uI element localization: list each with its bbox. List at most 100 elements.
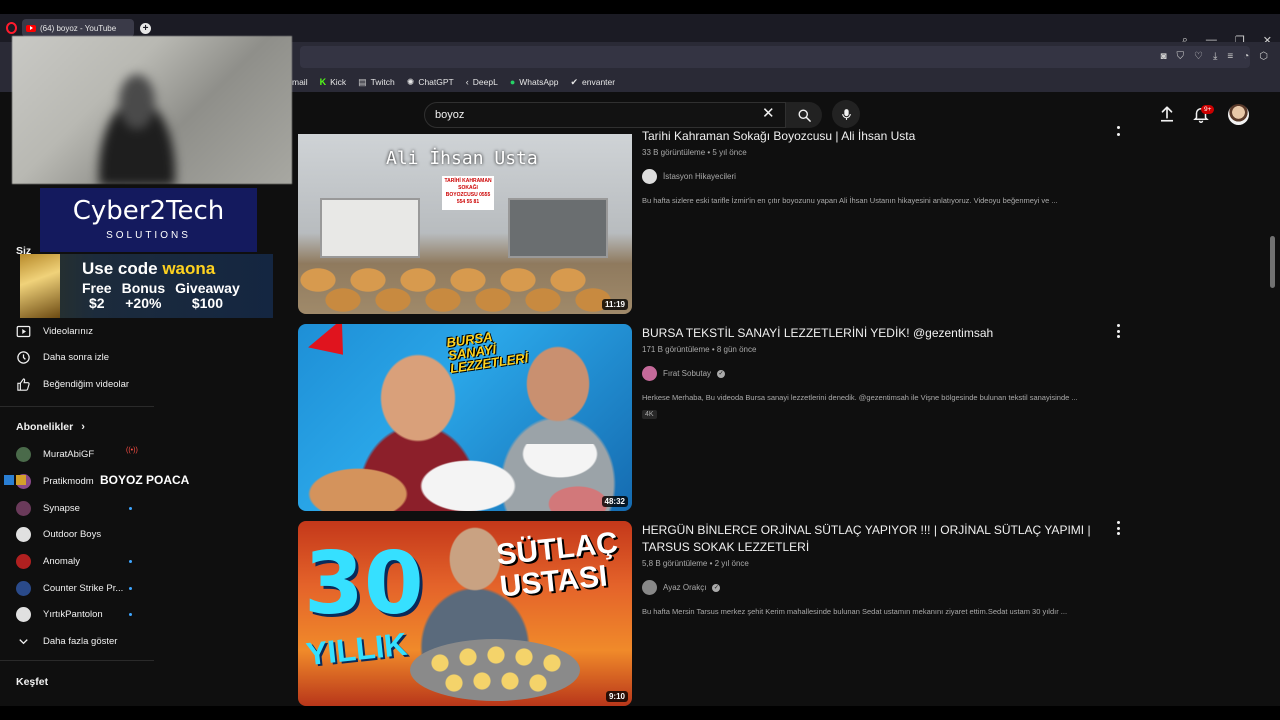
channel-avatar [16, 607, 31, 622]
twitch-icon: ▤ [358, 76, 367, 87]
video-info-1: Tarihi Kahraman Sokağı Boyozcusu | Ali İ… [642, 128, 1112, 205]
shop-sign: TARİHİ KAHRAMAN SOKAĞI BOYOZCUSU 0555 55… [442, 176, 494, 210]
whatsapp-icon: ● [509, 77, 516, 87]
video-menu-icon[interactable] [1116, 324, 1120, 338]
sidebar-item-liked-videos[interactable]: Beğendiğim videolar [16, 377, 129, 392]
heart-icon[interactable]: ♡ [1194, 51, 1203, 62]
account-avatar[interactable] [1228, 104, 1249, 125]
video-title[interactable]: BURSA TEKSTİL SANAYİ LEZZETLERİNİ YEDİK!… [642, 325, 1112, 342]
sidebar-channel-anomaly[interactable]: Anomaly [16, 554, 132, 569]
sidebar-channel-pratikmodm[interactable]: Pratikmodm [16, 474, 94, 489]
address-bar-icons: ◙ ⛉ ♡ ⤓ ≡ ◔ ⬡ [1160, 51, 1268, 62]
thumbnail-number: 30 [304, 534, 424, 634]
opera-logo-icon[interactable] [6, 22, 17, 34]
video-channel[interactable]: Fırat Sobutay ✓ [642, 366, 1112, 381]
bookmark-chatgpt[interactable]: ✺ ChatGPT [407, 77, 454, 88]
new-content-dot [129, 587, 132, 590]
new-content-dot [129, 613, 132, 616]
bookmark-twitch[interactable]: ▤ Twitch [358, 77, 395, 88]
verified-check-icon: ✓ [712, 583, 721, 592]
chatgpt-icon: ✺ [406, 76, 415, 87]
new-content-dot [129, 507, 132, 510]
video-thumbnail[interactable]: 30 YILLIK SÜTLAÇ USTASI 9:10 [298, 521, 632, 706]
sidebar-channel-outdoor-boys[interactable]: Outdoor Boys [16, 527, 101, 542]
camera-icon[interactable]: ◙ [1160, 51, 1166, 62]
upload-icon[interactable] [1158, 105, 1176, 123]
video-description: Bu hafta Mersin Tarsus merkez şehit Keri… [642, 607, 1068, 616]
search-icon [798, 109, 811, 122]
sidebar-show-more[interactable]: Daha fazla göster [16, 634, 117, 649]
sponsor-gold-graphic [20, 254, 60, 318]
youtube-favicon-icon [26, 24, 36, 32]
promo-offers: Free $2 Bonus +20% Giveaway $100 [82, 281, 240, 311]
bookmark-whatsapp[interactable]: ● WhatsApp [510, 77, 559, 87]
thumbnail-sutlac: SÜTLAÇ USTASI [494, 526, 620, 604]
menu-icon[interactable]: ≡ [1227, 51, 1233, 62]
video-thumbnail[interactable]: BURSA SANAYİ LEZZETLERİ 48:32 [298, 324, 632, 511]
channel-avatar[interactable] [642, 366, 657, 381]
badge-blue-icon [4, 475, 14, 485]
sidebar-item-watch-later[interactable]: Daha sonra izle [16, 350, 109, 365]
channel-avatar [16, 447, 31, 462]
sutlac-tray [410, 639, 580, 701]
bookmark-mail[interactable]: mail [292, 77, 308, 87]
bookmark-kick[interactable]: K Kick [320, 77, 347, 87]
promo-offer-bonus: Bonus +20% [121, 280, 166, 311]
shop-window-right [508, 198, 608, 258]
stream-title-text: BOYOZ POACA [100, 473, 190, 487]
video-info-2: BURSA TEKSTİL SANAYİ LEZZETLERİNİ YEDİK!… [642, 325, 1112, 421]
video-title[interactable]: Tarihi Kahraman Sokağı Boyozcusu | Ali İ… [642, 128, 1112, 145]
video-thumbnail[interactable]: Ali İhsan Usta TARİHİ KAHRAMAN SOKAĞI BO… [298, 134, 632, 314]
video-meta: 33 B görüntüleme • 5 yıl önce [642, 148, 747, 157]
tab-title: (64) boyoz - YouTube [40, 23, 117, 33]
new-tab-button[interactable]: + [140, 23, 151, 34]
address-field[interactable] [300, 46, 1250, 68]
sponsor-banner-promo: Use code waona Free $2 Bonus +20% Giveaway… [20, 254, 273, 318]
youtube-page: boyoz ✕ 9+ Ali İhsan Usta TARİHİ KAHRAMA… [0, 92, 1280, 706]
video-title[interactable]: HERGÜN BİNLERCE ORJİNAL SÜTLAÇ YAPIYOR !… [642, 522, 1112, 556]
stream-badge-icons [4, 475, 26, 485]
video-menu-icon[interactable] [1116, 126, 1120, 136]
sponsor-subtitle: SOLUTIONS [106, 230, 191, 241]
red-arrow-icon [308, 324, 360, 369]
sidebar-channel-muratabigf[interactable]: MuratAbiGF ((•)) [16, 447, 138, 462]
browser-tab-youtube[interactable]: (64) boyoz - YouTube [22, 19, 134, 37]
extensions-icon[interactable]: ⬡ [1259, 51, 1268, 62]
search-input[interactable]: boyoz [424, 102, 786, 128]
sidebar-divider [0, 406, 154, 407]
video-channel[interactable]: İstasyon Hikayecileri [642, 169, 1112, 184]
kick-icon: K [319, 77, 327, 87]
bookmark-envanter[interactable]: ✔ envanter [570, 77, 615, 88]
video-menu-icon[interactable] [1116, 521, 1120, 535]
sidebar-channel-counter-strike[interactable]: Counter Strike Pr... [16, 581, 132, 596]
profile-icon[interactable]: ◔ [1243, 51, 1249, 62]
thumbnail-caption: Ali İhsan Usta [386, 148, 538, 169]
stream-chat-overlay: BOYOZ POACA [100, 473, 189, 487]
sponsor-banner-cyber2tech: Cyber2Tech SOLUTIONS [40, 188, 257, 252]
sidebar-channel-yirtikpantolon[interactable]: YırtıkPantolon [16, 607, 132, 622]
verified-check-icon: ✓ [717, 369, 726, 378]
channel-avatar[interactable] [642, 580, 657, 595]
page-scrollbar[interactable] [1270, 236, 1275, 288]
video-duration: 48:32 [601, 496, 628, 507]
sidebar-channel-synapse[interactable]: Synapse [16, 501, 132, 516]
webcam-overlay [12, 36, 292, 184]
live-icon: ((•)) [126, 447, 138, 454]
clear-search-icon[interactable]: ✕ [762, 106, 775, 122]
voice-search-button[interactable] [832, 100, 860, 128]
video-description: Herkese Merhaba, Bu videoda Bursa sanayi… [642, 393, 1078, 402]
channel-avatar [16, 527, 31, 542]
thumbs-up-icon [17, 378, 30, 391]
sidebar-item-your-videos[interactable]: Videolarınız [16, 324, 93, 339]
promo-offer-free: Free $2 [82, 280, 112, 311]
badge-gold-icon [16, 475, 26, 485]
bookmark-deepl[interactable]: ‹ DeepL [466, 77, 498, 87]
subscriptions-heading[interactable]: Abonelikler › [16, 421, 85, 433]
youtube-sidebar: Siz Videolarınız Daha sonra izle Beğendi… [0, 92, 154, 706]
shield-icon[interactable]: ⛉ [1176, 51, 1184, 62]
video-channel[interactable]: Ayaz Orakçı ✓ [642, 580, 1112, 595]
download-icon[interactable]: ⤓ [1213, 51, 1217, 62]
channel-avatar[interactable] [642, 169, 657, 184]
video-duration: 11:19 [601, 299, 628, 310]
search-button[interactable] [786, 102, 822, 128]
